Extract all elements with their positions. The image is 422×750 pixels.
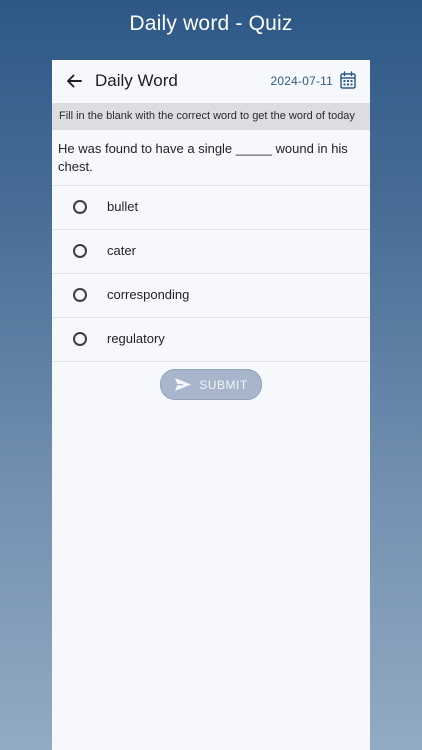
option-bullet[interactable]: bullet xyxy=(52,186,370,230)
calendar-icon xyxy=(340,71,356,89)
app-title: Daily word - Quiz xyxy=(129,12,293,35)
page-title: Daily Word xyxy=(95,71,178,90)
arrow-left-icon xyxy=(67,74,82,88)
option-label: cater xyxy=(107,243,136,258)
send-icon xyxy=(175,378,192,391)
radio-button[interactable] xyxy=(73,200,87,214)
option-label: regulatory xyxy=(107,331,165,346)
option-label: corresponding xyxy=(107,287,190,302)
submit-label: SUBMIT xyxy=(199,377,248,392)
submit-button[interactable]: SUBMIT xyxy=(160,369,262,400)
radio-button[interactable] xyxy=(73,332,87,346)
radio-button[interactable] xyxy=(73,244,87,258)
answer-options: bullet cater corresponding regulatory xyxy=(52,186,370,362)
question-text: He was found to have a single _____ woun… xyxy=(52,130,370,186)
calendar-button[interactable] xyxy=(340,71,358,91)
option-label: bullet xyxy=(107,199,139,214)
option-corresponding[interactable]: corresponding xyxy=(52,274,370,318)
instruction-text: Fill in the blank with the correct word … xyxy=(52,103,370,130)
quiz-header: Daily Word 2024-07-11 xyxy=(52,60,370,103)
quiz-card: Daily Word 2024-07-11 Fill in the blank … xyxy=(52,60,370,750)
radio-button[interactable] xyxy=(73,288,87,302)
quiz-date: 2024-07-11 xyxy=(270,74,333,88)
option-regulatory[interactable]: regulatory xyxy=(52,318,370,362)
back-button[interactable] xyxy=(64,71,84,91)
option-cater[interactable]: cater xyxy=(52,230,370,274)
